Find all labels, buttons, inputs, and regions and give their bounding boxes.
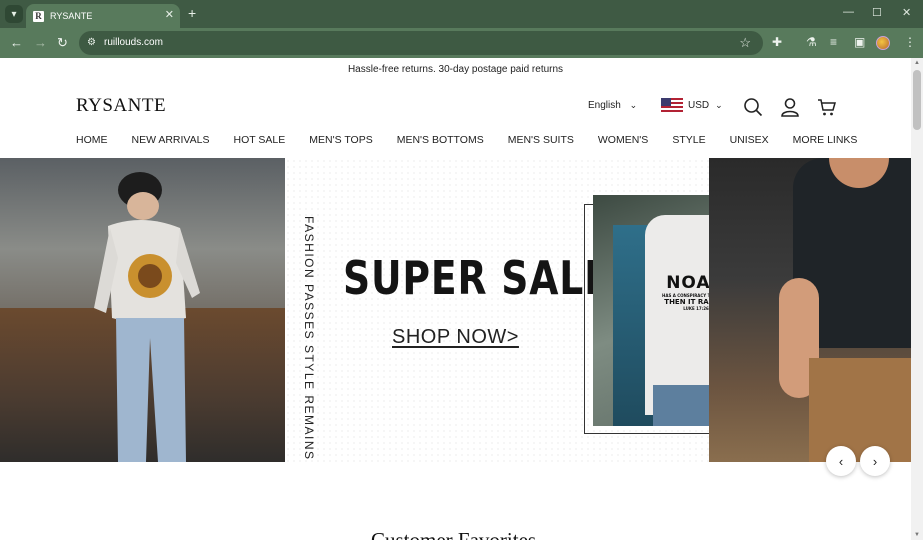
nav-home[interactable]: HOME	[76, 134, 108, 146]
star-icon[interactable]: ☆	[739, 35, 751, 51]
tune-icon[interactable]: ⚙	[87, 37, 96, 48]
maximize-icon[interactable]: ☐	[872, 6, 882, 19]
close-icon[interactable]: ✕	[165, 8, 174, 21]
announcement-bar: Hassle-free returns. 30-day postage paid…	[347, 64, 564, 75]
page-scrollbar[interactable]: ▲ ▼	[911, 58, 923, 540]
browser-tab-strip: ▾ R RYSANTE ✕ + — ☐ ✕	[0, 0, 923, 28]
minimize-icon[interactable]: —	[843, 6, 854, 18]
favicon: R	[33, 10, 44, 22]
hero-photo-left	[0, 158, 285, 462]
brown-pants	[809, 358, 911, 462]
scroll-up-icon[interactable]: ▲	[914, 60, 920, 66]
language-label: English	[588, 100, 621, 111]
nav-more-links[interactable]: MORE LINKS	[793, 134, 858, 146]
nav-hot-sale[interactable]: HOT SALE	[234, 134, 286, 146]
profile-avatar[interactable]	[876, 36, 890, 50]
nav-womens[interactable]: WOMEN'S	[598, 134, 648, 146]
flask-icon[interactable]: ⚗	[806, 35, 817, 49]
model-sweatshirt-image	[94, 172, 200, 462]
us-flag-icon	[661, 98, 683, 112]
chevron-down-icon: ⌄	[715, 99, 723, 110]
account-icon[interactable]	[780, 97, 800, 117]
chevron-down-icon: ▾	[11, 8, 17, 20]
store-logo[interactable]: RYSANTE	[76, 95, 166, 117]
close-window-icon[interactable]: ✕	[902, 6, 911, 19]
hero-banner[interactable]: FASHION PASSES STYLE REMAINS SUPER SALE …	[0, 158, 911, 476]
nav-style[interactable]: STYLE	[672, 134, 705, 146]
url-text[interactable]: ruillouds.com	[104, 37, 163, 48]
nav-mens-suits[interactable]: MEN'S SUITS	[508, 134, 574, 146]
model-black-tee-image	[709, 158, 911, 462]
plus-icon[interactable]: +	[188, 5, 196, 21]
arrow-left-icon[interactable]: ←	[10, 35, 23, 50]
shop-now-link[interactable]: SHOP NOW>	[392, 326, 519, 349]
search-icon[interactable]	[743, 97, 763, 117]
carousel-prev-button[interactable]: ‹	[826, 446, 856, 476]
carousel-next-button[interactable]: ›	[860, 446, 890, 476]
main-navigation: HOME NEW ARRIVALS HOT SALE MEN'S TOPS ME…	[76, 134, 881, 146]
scroll-thumb[interactable]	[913, 70, 921, 130]
browser-tab[interactable]: R RYSANTE ✕	[26, 4, 180, 28]
tab-search-button[interactable]: ▾	[5, 5, 23, 23]
puzzle-icon[interactable]: ✚	[772, 35, 782, 49]
currency-selector[interactable]: USD ⌄	[661, 98, 723, 112]
browser-toolbar: ← → ↻ ⚙ ruillouds.com ☆ ✚ ⚗ ≡ ▣ ⋮	[0, 28, 923, 58]
side-panel-icon[interactable]: ▣	[854, 35, 865, 49]
nav-new-arrivals[interactable]: NEW ARRIVALS	[132, 134, 210, 146]
scroll-down-icon[interactable]: ▼	[914, 532, 920, 538]
web-page: Hassle-free returns. 30-day postage paid…	[0, 58, 911, 540]
cart-icon[interactable]	[817, 97, 837, 117]
arrow-right-icon[interactable]: →	[34, 35, 47, 50]
kebab-menu-icon[interactable]: ⋮	[904, 35, 916, 49]
nav-mens-tops[interactable]: MEN'S TOPS	[309, 134, 372, 146]
section-title: Customer Favorites	[371, 528, 537, 540]
currency-label: USD	[688, 99, 710, 111]
chevron-down-icon: ⌄	[629, 100, 638, 110]
reading-list-icon[interactable]: ≡	[830, 35, 837, 49]
reload-icon[interactable]: ↻	[57, 35, 68, 51]
hero-vertical-tagline: FASHION PASSES STYLE REMAINS	[302, 216, 316, 461]
address-bar[interactable]: ⚙ ruillouds.com ☆	[79, 31, 763, 55]
chevron-right-icon: ›	[872, 453, 878, 469]
nav-mens-bottoms[interactable]: MEN'S BOTTOMS	[397, 134, 484, 146]
chevron-left-icon: ‹	[838, 453, 844, 469]
hero-headline: SUPER SALE	[343, 251, 611, 305]
nav-unisex[interactable]: UNISEX	[730, 134, 769, 146]
language-selector[interactable]: English ⌄	[588, 100, 637, 111]
tab-title: RYSANTE	[50, 11, 93, 21]
